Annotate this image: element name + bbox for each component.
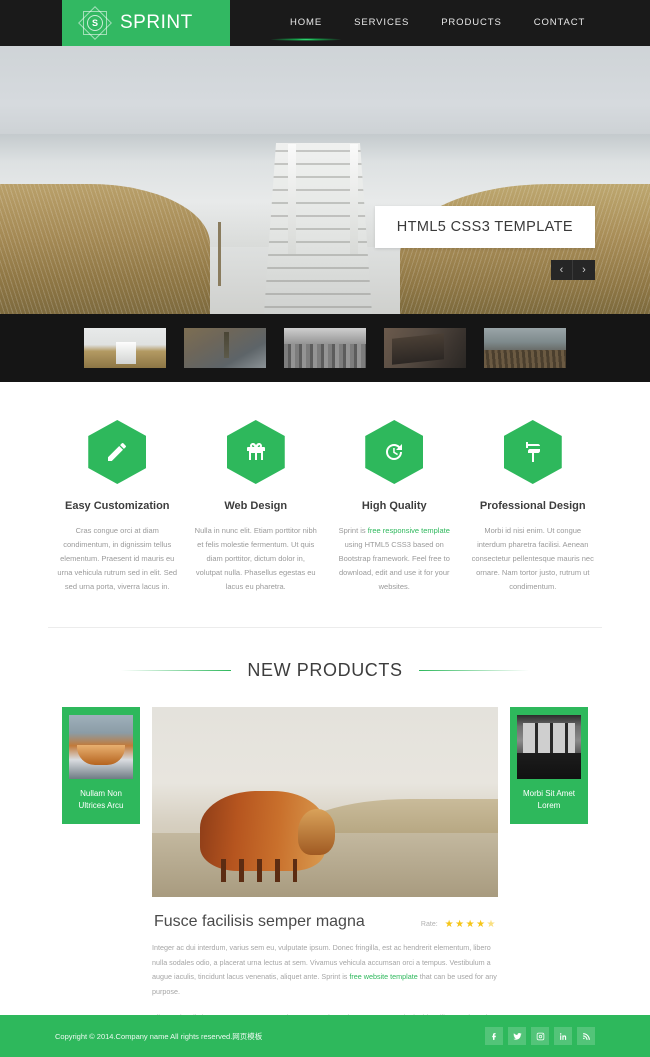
feature-title: Web Design (224, 500, 288, 512)
new-products-heading: NEW PRODUCTS (0, 628, 650, 707)
instagram-icon[interactable] (531, 1027, 549, 1045)
product-card-caption: Morbi Sit Amet Lorem (522, 789, 575, 811)
star-icon: ★ (455, 919, 465, 931)
star-rating[interactable]: ★ ★ ★ ★ ★ (445, 919, 496, 930)
thumbnail-city-skyline[interactable] (284, 328, 366, 368)
rating-widget: Rate: ★ ★ ★ ★ ★ (421, 919, 496, 930)
thumbnail-beach-stairs[interactable] (84, 328, 166, 368)
twitter-icon[interactable] (508, 1027, 526, 1045)
highland-cow-photo[interactable] (152, 707, 498, 898)
product-title-row: Fusce facilisis semper magna Rate: ★ ★ ★… (152, 897, 498, 941)
feature-text: Sprint is free responsive template using… (338, 526, 450, 591)
page-root: S SPRINT HOME SERVICES PRODUCTS CONTACT … (0, 0, 650, 1057)
feature-web-design: Web Design Nulla in nunc elit. Etiam por… (187, 420, 326, 593)
site-header: S SPRINT HOME SERVICES PRODUCTS CONTACT (0, 0, 650, 46)
logo-letter: S (87, 15, 103, 31)
feature-text: Cras congue orci at diam condimentum, in… (57, 526, 178, 591)
rss-icon[interactable] (577, 1027, 595, 1045)
feature-title: Easy Customization (64, 500, 170, 512)
hero-rail-left (288, 144, 296, 254)
hero-thumbnail-strip (0, 314, 650, 382)
linkedin-icon[interactable] (554, 1027, 572, 1045)
copyright-text: Copyright © 2014.Company name All rights… (55, 1031, 263, 1041)
thumbnail-rooftop[interactable] (384, 328, 466, 368)
product-paragraph-1: Integer ac dui interdum, varius sem eu, … (152, 943, 497, 996)
nav-item-home[interactable]: HOME (290, 17, 322, 30)
thumbnail-logging-road[interactable] (484, 328, 566, 368)
heading-rule-left (121, 670, 232, 672)
hero-arrows: ‹ › (551, 260, 595, 280)
feature-high-quality: High Quality Sprint is free responsive t… (325, 420, 464, 593)
feature-text: Nulla in nunc elit. Etiam porttitor nibh… (194, 526, 317, 591)
star-icon: ★ (465, 919, 476, 931)
gift-icon (226, 420, 285, 484)
nav-item-contact[interactable]: CONTACT (534, 17, 586, 30)
star-octagon-icon: S (78, 6, 112, 40)
product-card-caption: Nullam Non Ultrices Arcu (78, 789, 124, 811)
nav-item-products[interactable]: PRODUCTS (441, 17, 502, 30)
star-icon: ★ (476, 919, 486, 931)
product-card-left[interactable]: Nullam Non Ultrices Arcu (62, 707, 140, 825)
hero-caption: HTML5 CSS3 TEMPLATE (374, 206, 595, 248)
fishing-boat-photo (69, 715, 133, 780)
site-footer: Copyright © 2014.Company name All rights… (0, 1015, 650, 1057)
rate-label: Rate: (420, 921, 438, 929)
hero-rail-right (350, 144, 358, 254)
cafe-interior-photo (517, 715, 581, 780)
facebook-icon[interactable] (485, 1027, 503, 1045)
paint-roller-icon (503, 420, 562, 484)
thumbnail-misty-forest[interactable] (184, 328, 266, 368)
features-section: Easy Customization Cras congue orci at d… (0, 382, 650, 594)
feature-title: High Quality (361, 500, 427, 512)
hero-slider: HTML5 CSS3 TEMPLATE ‹ › (0, 46, 650, 314)
heading-rule-right (418, 670, 529, 672)
main-nav: HOME SERVICES PRODUCTS CONTACT (230, 0, 650, 46)
products-row: Nullam Non Ultrices Arcu Fusce facilisis… (0, 707, 650, 1057)
hero-prev-button[interactable]: ‹ (551, 260, 573, 280)
product-link-1[interactable]: free website template (349, 972, 417, 981)
feature-professional-design: Professional Design Morbi id nisi enim. … (464, 420, 603, 593)
hero-next-button[interactable]: › (573, 260, 595, 280)
feature-text: Morbi id nisi enim. Ut congue interdum p… (471, 526, 594, 591)
nav-item-services[interactable]: SERVICES (354, 17, 409, 30)
star-icon: ★ (444, 919, 455, 931)
product-title: Fusce facilisis semper magna (154, 913, 365, 931)
hero-post-left (218, 222, 221, 286)
pencil-icon (88, 420, 147, 484)
featured-product: Fusce facilisis semper magna Rate: ★ ★ ★… (152, 707, 498, 1057)
photo-cow-legs (221, 859, 298, 883)
feature-title: Professional Design (479, 500, 586, 512)
logo[interactable]: S SPRINT (62, 0, 230, 46)
star-half-icon: ★ (486, 919, 496, 931)
product-card-right[interactable]: Morbi Sit Amet Lorem (510, 707, 588, 825)
feature-easy-customization: Easy Customization Cras congue orci at d… (48, 420, 187, 593)
social-links (485, 1027, 595, 1045)
brand-name: SPRINT (120, 12, 193, 33)
hero-dune-left (0, 184, 210, 314)
feature-link[interactable]: free responsive template (368, 526, 450, 535)
history-clock-icon (365, 420, 424, 484)
section-title: NEW PRODUCTS (247, 660, 403, 681)
